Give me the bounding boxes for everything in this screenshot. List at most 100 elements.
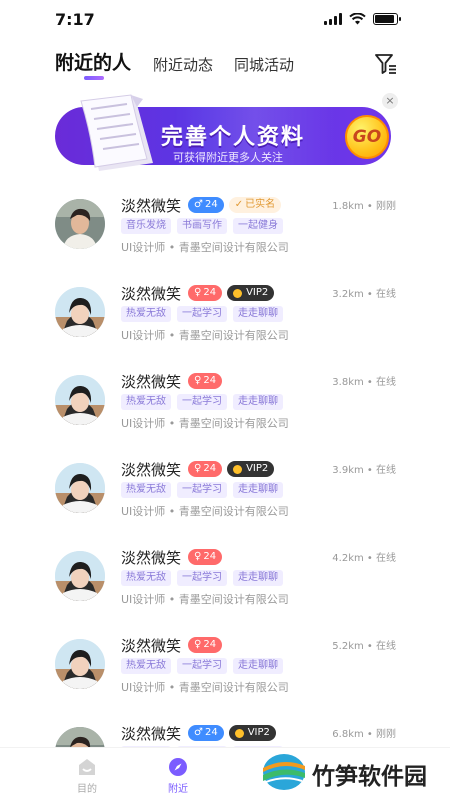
user-list-item[interactable]: 淡然微笑 ♂ 24 ✓ 已实名 1.8km • 刚刚 音乐发烧 书画写作 一起健身 UI设计师 •…	[55, 188, 397, 276]
distance-status: 4.2km • 在线	[332, 549, 396, 564]
badge-label: VIP2	[246, 463, 269, 474]
company-name: 青墨空间设计有限公司	[178, 329, 289, 342]
separator-dot: •	[165, 329, 179, 342]
tab-nearby[interactable]: 附近	[148, 757, 208, 795]
avatar[interactable]	[55, 551, 105, 601]
company-name: 青墨空间设计有限公司	[178, 417, 289, 430]
watermark: 竹笋软件园	[262, 750, 442, 794]
user-list-item[interactable]: 淡然微笑 ♀ 24 4.2km • 在线 热爱无敌 一起学习 走走聊聊 UI设计师 • 青墨空…	[55, 540, 397, 628]
interest-tag: 音乐发烧	[121, 218, 171, 234]
status-time: 7:17	[55, 10, 95, 29]
distance-status: 3.9km • 在线	[332, 461, 396, 476]
badge-label: 已实名	[245, 199, 276, 210]
user-name: 淡然微笑	[121, 197, 182, 215]
avatar[interactable]	[55, 287, 105, 337]
age-value: 24	[203, 639, 217, 650]
bamboo-logo-icon	[263, 754, 305, 790]
user-badges: ♀ 24	[188, 637, 223, 653]
complete-profile-banner[interactable]: 完善个人资料 可获得附近更多人关注 GO ×	[55, 93, 398, 179]
system-icons	[324, 13, 401, 25]
user-name: 淡然微笑	[121, 373, 182, 391]
interest-tag: 走走聊聊	[233, 658, 283, 674]
tab-nearby-label: 附近	[168, 784, 188, 795]
crown-icon	[233, 288, 243, 298]
separator-dot: •	[363, 729, 376, 740]
wifi-icon	[349, 13, 366, 25]
tab-nearby-people[interactable]: 附近的人	[55, 50, 131, 76]
nearby-user-list: 淡然微笑 ♂ 24 ✓ 已实名 1.8km • 刚刚 音乐发烧 书画写作 一起健身 UI设计师 •…	[55, 188, 397, 800]
crown-icon	[234, 728, 244, 738]
interest-tag: 一起学习	[177, 394, 227, 410]
top-tabs: 附近的人 附近动态 同城活动	[55, 50, 398, 84]
avatar[interactable]	[55, 199, 105, 249]
tab-nearby-moments[interactable]: 附近动态	[153, 52, 213, 78]
company-name: 青墨空间设计有限公司	[178, 241, 289, 254]
job-info: UI设计师 • 青墨空间设计有限公司	[121, 503, 289, 519]
banner-subtitle: 可获得附近更多人关注	[173, 151, 283, 164]
vip-badge: VIP2	[228, 725, 276, 741]
user-badges: ♀ 24	[188, 373, 223, 389]
age-value: 24	[203, 551, 217, 562]
distance-value: 4.2km	[332, 553, 364, 564]
battery-icon	[373, 13, 401, 25]
user-list-item[interactable]: 淡然微笑 ♀ 24 VIP2 3.2km • 在线 热爱无敌 一起学习 走走聊聊 UI设计师 •…	[55, 276, 397, 364]
distance-value: 6.8km	[332, 729, 364, 740]
female-icon: ♀	[194, 463, 202, 474]
verified-badge: ✓ 已实名	[228, 197, 282, 213]
distance-value: 3.8km	[332, 377, 364, 388]
crown-icon	[233, 464, 243, 474]
separator-dot: •	[165, 417, 179, 430]
home-icon	[79, 759, 95, 775]
filter-icon[interactable]	[374, 52, 398, 76]
avatar[interactable]	[55, 375, 105, 425]
online-status: 在线	[376, 553, 396, 564]
user-list-item[interactable]: 淡然微笑 ♀ 24 3.8km • 在线 热爱无敌 一起学习 走走聊聊 UI设计师 • 青墨空…	[55, 364, 397, 452]
online-status: 在线	[376, 289, 396, 300]
job-title: UI设计师	[121, 681, 166, 694]
interest-tag: 走走聊聊	[233, 306, 283, 322]
interest-tag: 一起学习	[177, 658, 227, 674]
online-status: 刚刚	[376, 201, 396, 212]
interest-tag: 一起健身	[233, 218, 283, 234]
male-icon: ♂	[194, 727, 203, 738]
interest-tag: 书画写作	[177, 218, 227, 234]
interest-tag: 一起学习	[177, 482, 227, 498]
user-badges: ♀ 24 VIP2	[188, 285, 275, 301]
interest-tags: 热爱无敌 一起学习 走走聊聊	[121, 658, 283, 674]
job-title: UI设计师	[121, 593, 166, 606]
go-button[interactable]: GO	[345, 115, 389, 159]
interest-tag: 热爱无敌	[121, 658, 171, 674]
separator-dot: •	[363, 641, 376, 652]
gender-age-badge: ♀ 24	[188, 285, 223, 301]
age-value: 24	[204, 727, 218, 738]
company-name: 青墨空间设计有限公司	[178, 505, 289, 518]
distance-value: 3.2km	[332, 289, 364, 300]
badge-label: VIP2	[246, 287, 269, 298]
vip-badge: VIP2	[227, 285, 275, 301]
vip-badge: VIP2	[227, 461, 275, 477]
distance-status: 5.2km • 在线	[332, 637, 396, 652]
female-icon: ♀	[194, 639, 202, 650]
distance-status: 3.2km • 在线	[332, 285, 396, 300]
company-name: 青墨空间设计有限公司	[178, 681, 289, 694]
avatar[interactable]	[55, 639, 105, 689]
separator-dot: •	[363, 377, 376, 388]
tab-city-events[interactable]: 同城活动	[234, 52, 294, 78]
job-title: UI设计师	[121, 505, 166, 518]
user-list-item[interactable]: 淡然微笑 ♀ 24 5.2km • 在线 热爱无敌 一起学习 走走聊聊 UI设计师 • 青墨空…	[55, 628, 397, 716]
age-value: 24	[203, 375, 217, 386]
banner-close-button[interactable]: ×	[382, 93, 398, 109]
tab-home[interactable]: 目的	[57, 757, 117, 795]
separator-dot: •	[363, 553, 376, 564]
online-status: 在线	[376, 641, 396, 652]
avatar[interactable]	[55, 463, 105, 513]
female-icon: ♀	[194, 551, 202, 562]
compass-icon	[169, 758, 187, 776]
user-list-item[interactable]: 淡然微笑 ♀ 24 VIP2 3.9km • 在线 热爱无敌 一起学习 走走聊聊 UI设计师 •…	[55, 452, 397, 540]
status-bar: 7:17	[0, 0, 450, 40]
interest-tag: 热爱无敌	[121, 570, 171, 586]
online-status: 在线	[376, 377, 396, 388]
interest-tag: 热爱无敌	[121, 482, 171, 498]
signal-icon	[324, 13, 342, 25]
user-badges: ♀ 24 VIP2	[188, 461, 275, 477]
